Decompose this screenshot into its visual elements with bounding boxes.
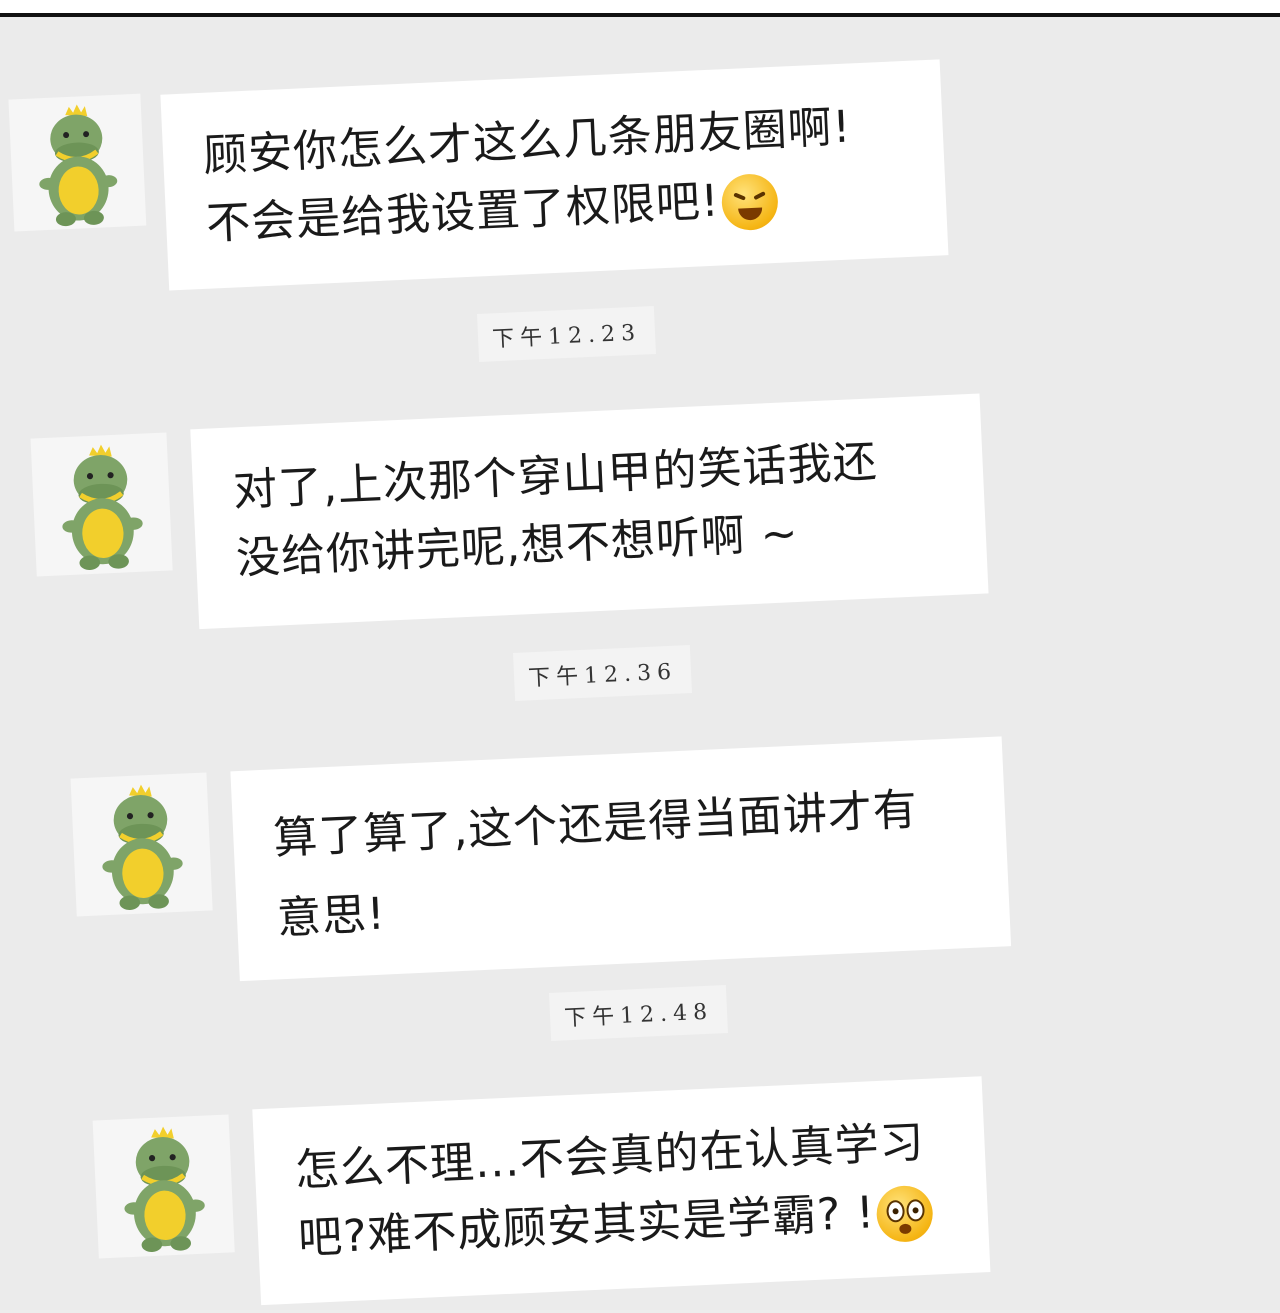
top-frame-border xyxy=(0,0,1280,17)
dinosaur-plush-icon xyxy=(39,104,118,227)
timestamp-2: 下午12.36 xyxy=(513,645,692,701)
dinosaur-plush-icon xyxy=(62,444,143,570)
avatar-dinosaur[interactable] xyxy=(70,772,213,917)
laughing-crying-emoji-icon xyxy=(720,172,779,232)
message-bubble[interactable]: 怎么不理...不会真的在认真学习 吧?难不成顾安其实是学霸? ! xyxy=(252,1076,991,1306)
chat-area[interactable]: 顾安你怎么才这么几条朋友圈啊! 不会是给我设置了权限吧! 下午12.23 对了,… xyxy=(0,17,1280,1310)
message-bubble[interactable]: 算了算了,这个还是得当面讲才有 意思! xyxy=(230,736,1012,982)
dinosaur-plush-icon xyxy=(124,1126,205,1252)
dinosaur-plush-icon xyxy=(102,784,183,910)
shocked-emoji-icon xyxy=(875,1184,935,1244)
avatar-dinosaur[interactable] xyxy=(30,432,173,577)
message-line-text: 不会是给我设置了权限吧! xyxy=(205,175,721,250)
message-bubble[interactable]: 顾安你怎么才这么几条朋友圈啊! 不会是给我设置了权限吧! xyxy=(160,59,949,291)
avatar-dinosaur[interactable] xyxy=(8,93,147,232)
timestamp-3: 下午12.48 xyxy=(549,985,728,1041)
timestamp-1: 下午12.23 xyxy=(477,306,656,362)
avatar-dinosaur[interactable] xyxy=(92,1114,235,1259)
message-bubble[interactable]: 对了,上次那个穿山甲的笑话我还 没给你讲完呢,想不想听啊 ~ xyxy=(190,393,989,630)
